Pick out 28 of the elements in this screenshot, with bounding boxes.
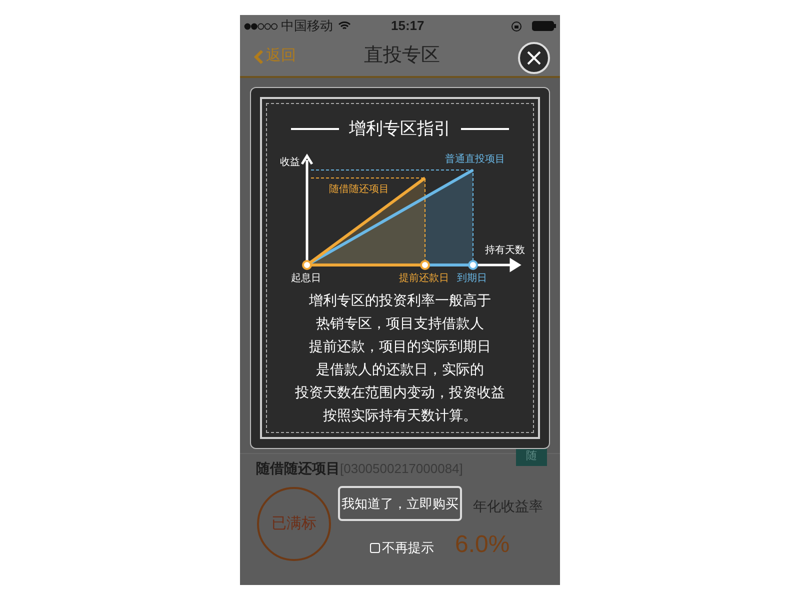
x-axis-arrow [476,258,522,271]
battery-icon [532,21,556,31]
rate-value: 6.0% [455,530,510,560]
x-axis-label: 持有天数 [485,244,525,258]
confirm-buy-button[interactable]: 我知道了，立即购买 [338,486,462,521]
page-title: 直投专区 [364,44,440,68]
chevron-left-icon [254,48,264,64]
y-axis-label: 收益 [280,156,300,170]
early-repayment-point [420,260,430,270]
start-date-label: 起息日 [291,272,321,286]
close-icon [527,51,541,65]
start-point [302,260,312,270]
clock-time: 15:17 [391,17,424,36]
status-text: 已满标 [272,514,316,534]
signal-icon [244,22,278,30]
wifi-icon [338,21,351,31]
early-repayment-label: 提前还款日 [399,272,449,286]
project-title: 随借随还项目 [256,459,340,478]
rotation-lock-icon [511,20,522,32]
regular-project-label: 普通直投项目 [445,152,505,166]
guide-description: 增利专区的投资利率一般高于 热销专区，项目支持借款人 提前还款，项目的实际到期日 是借款人的还款日，实际的 投资天数在范围内变动，投资收益 按照实际持有天数计算。 [295,292,505,426]
carrier-name: 中国移动 [281,17,333,36]
checkbox[interactable] [370,542,380,553]
maturity-point [468,260,478,270]
maturity-date-label: 到期日 [457,272,487,286]
guide-title: 增利专区指引 [349,118,451,140]
dont-show-label: 不再提示 [382,539,434,557]
flexible-project-label: 随借随还项目 [329,182,389,196]
